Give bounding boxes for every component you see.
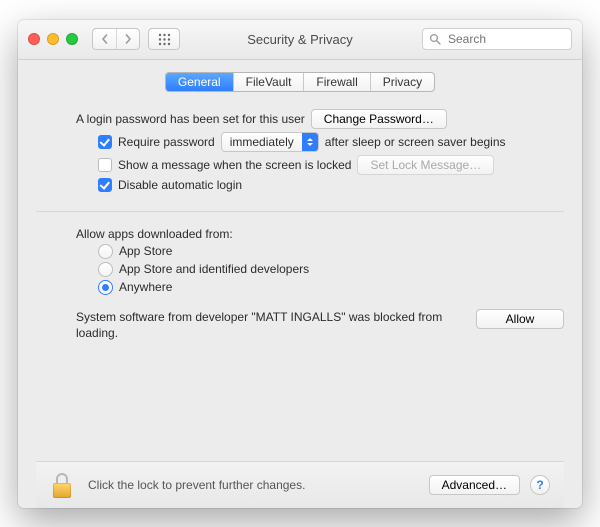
forward-button[interactable] — [116, 29, 139, 49]
search-input[interactable] — [446, 31, 565, 47]
preferences-window: Security & Privacy General FileVault Fir… — [18, 20, 582, 508]
grid-icon — [158, 33, 171, 46]
login-section: A login password has been set for this u… — [36, 106, 564, 195]
content-pane: General FileVault Firewall Privacy A log… — [18, 60, 582, 508]
window-controls — [28, 33, 78, 45]
set-lock-message-button: Set Lock Message… — [357, 155, 494, 175]
radio-identified-developers[interactable] — [98, 262, 113, 277]
disable-auto-login-label: Disable automatic login — [118, 178, 242, 192]
help-button[interactable]: ? — [530, 475, 550, 495]
require-password-delay-value: immediately — [230, 135, 294, 149]
tab-filevault[interactable]: FileVault — [233, 73, 304, 91]
tab-privacy[interactable]: Privacy — [370, 73, 434, 91]
allow-blocked-button[interactable]: Allow — [476, 309, 564, 329]
window-toolbar: Security & Privacy — [18, 20, 582, 60]
search-field[interactable] — [422, 28, 572, 50]
footer-bar: Click the lock to prevent further change… — [36, 461, 564, 508]
advanced-button[interactable]: Advanced… — [429, 475, 520, 495]
tab-general[interactable]: General — [166, 73, 233, 91]
radio-app-store[interactable] — [98, 244, 113, 259]
zoom-window-button[interactable] — [66, 33, 78, 45]
require-password-prefix: Require password — [118, 135, 215, 149]
show-all-button[interactable] — [148, 28, 180, 50]
downloads-section: Allow apps downloaded from: App Store Ap… — [36, 224, 564, 341]
lock-button[interactable] — [50, 470, 78, 500]
minimize-window-button[interactable] — [47, 33, 59, 45]
require-password-delay-popup[interactable]: immediately — [221, 132, 319, 152]
downloads-heading: Allow apps downloaded from: — [76, 227, 233, 241]
radio-app-store-label: App Store — [119, 244, 172, 258]
radio-identified-developers-label: App Store and identified developers — [119, 262, 309, 276]
show-lock-message-label: Show a message when the screen is locked — [118, 158, 351, 172]
disable-auto-login-checkbox[interactable] — [98, 178, 112, 192]
tab-bar: General FileVault Firewall Privacy — [165, 72, 435, 92]
radio-anywhere[interactable] — [98, 280, 113, 295]
search-icon — [429, 33, 441, 45]
back-button[interactable] — [93, 29, 116, 49]
change-password-button[interactable]: Change Password… — [311, 109, 447, 129]
require-password-checkbox[interactable] — [98, 135, 112, 149]
require-password-suffix: after sleep or screen saver begins — [325, 135, 506, 149]
chevron-right-icon — [123, 34, 133, 44]
radio-anywhere-label: Anywhere — [119, 280, 172, 294]
nav-back-forward — [92, 28, 140, 50]
section-divider — [36, 211, 564, 212]
close-window-button[interactable] — [28, 33, 40, 45]
login-password-set-label: A login password has been set for this u… — [76, 112, 305, 126]
lock-instruction-label: Click the lock to prevent further change… — [88, 478, 305, 492]
show-lock-message-checkbox[interactable] — [98, 158, 112, 172]
blocked-software-message: System software from developer "MATT ING… — [76, 309, 462, 341]
popup-arrows-icon — [302, 133, 318, 151]
chevron-left-icon — [100, 34, 110, 44]
lock-body-icon — [53, 483, 71, 498]
tab-firewall[interactable]: Firewall — [303, 73, 369, 91]
